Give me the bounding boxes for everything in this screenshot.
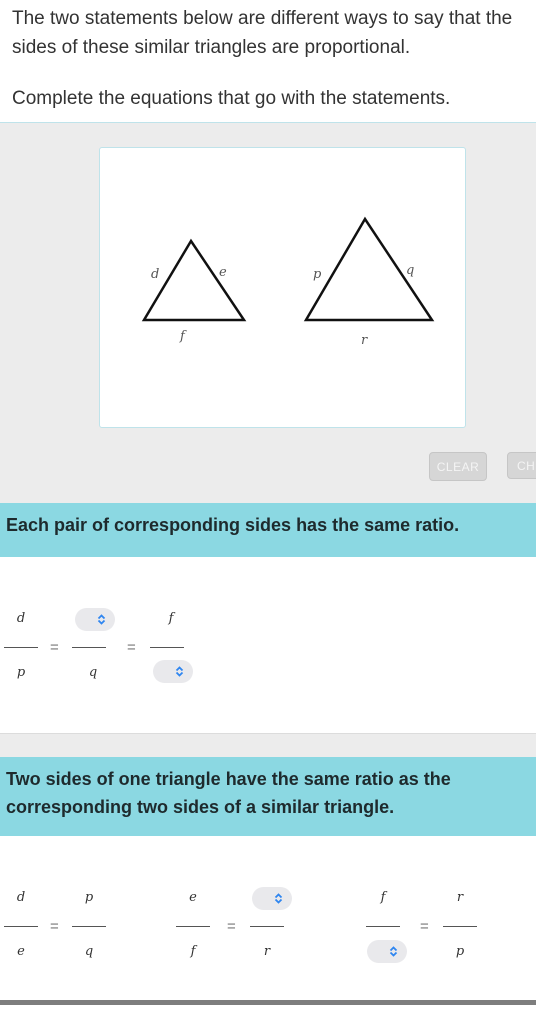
- fraction-1-denominator: p: [16, 665, 26, 680]
- fraction-2-numerator-select[interactable]: [75, 608, 115, 631]
- equals-sign: =: [50, 639, 59, 656]
- statement-1-banner: Each pair of corresponding sides has the…: [0, 503, 536, 557]
- fraction-3-bar: [150, 647, 184, 648]
- section-divider: [0, 733, 536, 758]
- label-e: e: [219, 265, 227, 280]
- group-3-left-bar: [366, 926, 400, 927]
- label-p: p: [313, 267, 322, 282]
- fraction-3-numerator: f: [168, 611, 174, 626]
- group-2-right-numerator-select[interactable]: [252, 887, 292, 910]
- figure-stage: d e f p q r CLEAR CHECK: [0, 122, 536, 504]
- group-1-right-denominator: q: [84, 944, 94, 959]
- group-2-left-denominator: f: [190, 944, 196, 959]
- up-down-chevron-icon: [274, 893, 283, 904]
- similar-triangles-diagram: d e f p q r: [141, 216, 435, 348]
- triangles-figure: d e f p q r: [99, 147, 466, 428]
- group-1-left-numerator: d: [16, 890, 26, 905]
- label-r: r: [361, 333, 368, 348]
- check-button[interactable]: CHECK: [507, 452, 536, 479]
- equals-sign: =: [127, 639, 136, 656]
- statement-1-text: Each pair of corresponding sides has the…: [6, 515, 460, 535]
- group-1-right-bar: [72, 926, 106, 927]
- group-2-left-bar: [176, 926, 210, 927]
- bottom-scroll-bar: [0, 1000, 536, 1005]
- equals-sign: =: [50, 918, 59, 935]
- up-down-chevron-icon: [97, 614, 106, 625]
- group-3-right-numerator: r: [456, 890, 464, 905]
- equals-sign: =: [420, 918, 429, 935]
- instructions: The two statements below are different w…: [12, 4, 536, 113]
- equals-sign: =: [227, 918, 236, 935]
- fraction-2-bar: [72, 647, 106, 648]
- group-3-left-denominator-select[interactable]: [367, 940, 407, 963]
- group-2-right-denominator: r: [263, 944, 271, 959]
- group-1-left-bar: [4, 926, 38, 927]
- label-d: d: [151, 267, 159, 282]
- group-2-right-bar: [250, 926, 284, 927]
- fraction-1-numerator: d: [16, 611, 26, 626]
- group-3-right-bar: [443, 926, 477, 927]
- up-down-chevron-icon: [175, 666, 184, 677]
- label-q: q: [406, 263, 414, 278]
- clear-button[interactable]: CLEAR: [429, 452, 487, 481]
- fraction-1-bar: [4, 647, 38, 648]
- group-2-left-numerator: e: [189, 890, 197, 905]
- fraction-2-denominator: q: [88, 665, 98, 680]
- group-3-left-numerator: f: [380, 890, 386, 905]
- group-1-left-denominator: e: [17, 944, 25, 959]
- statement-2-banner: Two sides of one triangle have the same …: [0, 757, 536, 836]
- statement-2-text: Two sides of one triangle have the same …: [6, 769, 451, 817]
- instruction-line-1: The two statements below are different w…: [12, 8, 513, 58]
- label-f: f: [179, 329, 187, 344]
- group-1-right-numerator: p: [84, 890, 94, 905]
- fraction-3-denominator-select[interactable]: [153, 660, 193, 683]
- instruction-line-2: Complete the equations that go with the …: [12, 88, 451, 109]
- group-3-right-denominator: p: [455, 944, 465, 959]
- up-down-chevron-icon: [389, 946, 398, 957]
